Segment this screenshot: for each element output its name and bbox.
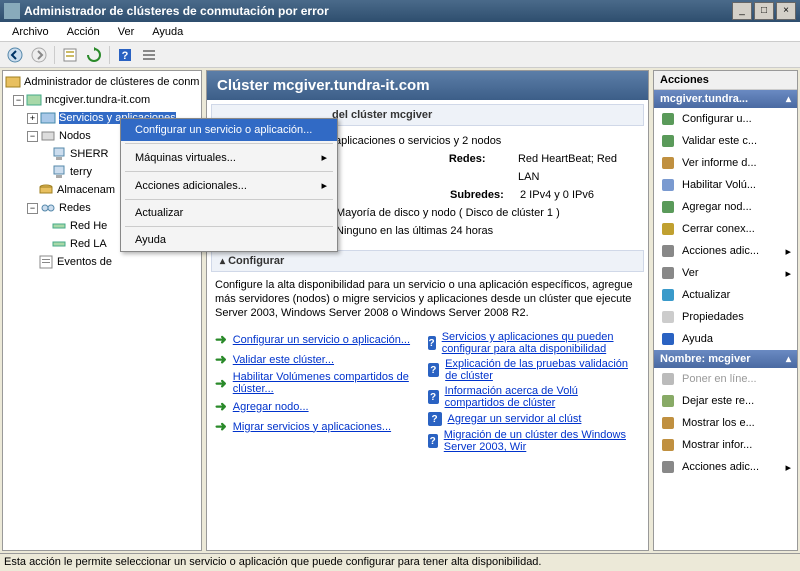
action-icon [660,459,676,475]
actions-pane: Acciones mcgiver.tundra...▴ Configurar u… [653,70,798,551]
action-item[interactable]: Ver▸ [654,262,797,284]
actions-list-2: Poner en líne...Dejar este re...Mostrar … [654,368,797,478]
menu-ver[interactable]: Ver [110,24,143,40]
action-item[interactable]: Cerrar conex... [654,218,797,240]
action-item[interactable]: Propiedades [654,306,797,328]
app-icon [4,3,20,19]
context-additional-actions[interactable]: Acciones adicionales...▸ [121,174,337,197]
window-titlebar: Administrador de clústeres de conmutació… [0,0,800,22]
help-icon: ? [428,390,439,404]
action-item[interactable]: Acciones adic...▸ [654,240,797,262]
list-button[interactable] [138,44,160,66]
config-link-action[interactable]: ➜Habilitar Volúmenes compartidos de clús… [215,371,428,395]
content-title: Clúster mcgiver.tundra-it.com [207,71,648,100]
menu-bar: Archivo Acción Ver Ayuda [0,22,800,42]
action-icon [660,199,676,215]
actions-header: Acciones [654,71,797,90]
action-icon [660,309,676,325]
action-icon [660,371,676,387]
action-icon [660,155,676,171]
refresh-button[interactable] [83,44,105,66]
toolbar: ? [0,42,800,68]
arrow-icon: ➜ [215,331,227,348]
arrow-icon: ➜ [215,375,227,392]
config-link-action[interactable]: ➜Validar este clúster... [215,351,428,368]
config-link-help[interactable]: ?Agregar un servidor al clúst [428,412,641,426]
menu-ayuda[interactable]: Ayuda [144,24,191,40]
forward-button[interactable] [28,44,50,66]
action-icon [660,133,676,149]
action-icon [660,177,676,193]
config-links-left: ➜Configurar un servicio o aplicación...➜… [215,328,428,456]
configure-header[interactable]: ▴ Configurar [211,250,644,272]
action-item[interactable]: Configurar u... [654,108,797,130]
action-item[interactable]: Habilitar Volú... [654,174,797,196]
action-icon [660,331,676,347]
actions-group-cluster[interactable]: mcgiver.tundra...▴ [654,90,797,108]
context-virtual-machines[interactable]: Máquinas virtuales...▸ [121,146,337,169]
configure-desc: Configure la alta disponibilidad para un… [215,278,640,320]
action-icon [660,393,676,409]
tree-cluster[interactable]: −mcgiver.tundra-it.com [3,91,201,109]
status-bar: Esta acción le permite seleccionar un se… [0,553,800,571]
config-link-help[interactable]: ?Migración de un clúster des Windows Ser… [428,429,641,453]
action-item[interactable]: Validar este c... [654,130,797,152]
config-link-action[interactable]: ➜Configurar un servicio o aplicación... [215,331,428,348]
action-item: Poner en líne... [654,368,797,390]
config-link-help[interactable]: ?Servicios y aplicaciones qu pueden conf… [428,331,641,355]
action-icon [660,287,676,303]
config-link-action[interactable]: ➜Migrar servicios y aplicaciones... [215,418,428,435]
window-title: Administrador de clústeres de conmutació… [24,4,329,18]
arrow-icon: ➜ [215,418,227,435]
menu-archivo[interactable]: Archivo [4,24,57,40]
help-icon: ? [428,412,442,426]
context-menu: Configurar un servicio o aplicación... M… [120,118,338,252]
action-item[interactable]: Agregar nod... [654,196,797,218]
configure-body: Configure la alta disponibilidad para un… [207,272,648,462]
menu-accion[interactable]: Acción [59,24,108,40]
maximize-button[interactable]: □ [754,2,774,20]
close-button[interactable]: × [776,2,796,20]
actions-list-1: Configurar u...Validar este c...Ver info… [654,108,797,350]
action-item[interactable]: Mostrar los e... [654,412,797,434]
properties-button[interactable] [59,44,81,66]
help-icon: ? [428,363,440,377]
action-item[interactable]: Acciones adic...▸ [654,456,797,478]
action-icon [660,111,676,127]
help-icon: ? [428,336,436,350]
action-item[interactable]: Ayuda [654,328,797,350]
config-link-help[interactable]: ?Información acerca de Volú compartidos … [428,385,641,409]
config-links-right: ?Servicios y aplicaciones qu pueden conf… [428,328,641,456]
minimize-button[interactable]: _ [732,2,752,20]
config-link-help[interactable]: ?Explicación de las pruebas validación d… [428,358,641,382]
tree-events[interactable]: Eventos de [3,253,201,271]
help-button[interactable]: ? [114,44,136,66]
action-icon [660,415,676,431]
arrow-icon: ➜ [215,398,227,415]
tree-root[interactable]: Administrador de clústeres de conm [3,73,201,91]
config-link-action[interactable]: ➜Agregar nodo... [215,398,428,415]
help-icon: ? [428,434,438,448]
arrow-icon: ➜ [215,351,227,368]
action-icon [660,221,676,237]
svg-text:?: ? [122,50,129,62]
actions-group-name[interactable]: Nombre: mcgiver▴ [654,350,797,368]
back-button[interactable] [4,44,26,66]
context-help[interactable]: Ayuda [121,229,337,251]
action-item[interactable]: Actualizar [654,284,797,306]
context-refresh[interactable]: Actualizar [121,202,337,224]
action-item[interactable]: Ver informe d... [654,152,797,174]
action-icon [660,265,676,281]
action-icon [660,437,676,453]
action-item[interactable]: Mostrar infor... [654,434,797,456]
action-icon [660,243,676,259]
action-item[interactable]: Dejar este re... [654,390,797,412]
context-configure-service[interactable]: Configurar un servicio o aplicación... [121,119,337,141]
